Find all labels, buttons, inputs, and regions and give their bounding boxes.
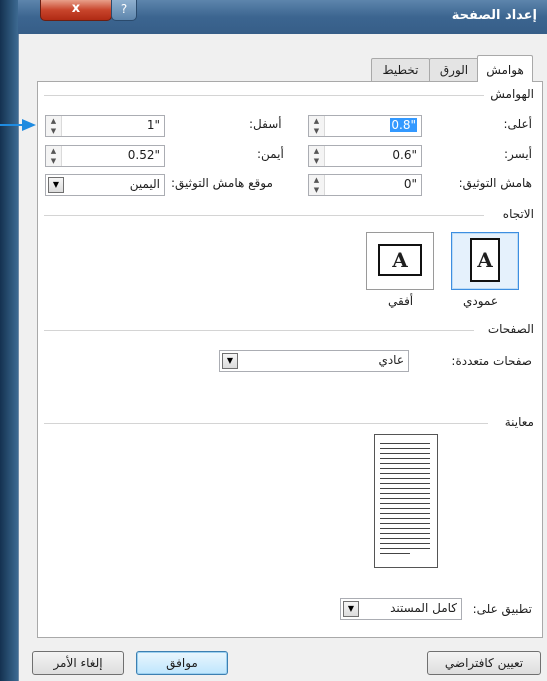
chevron-down-icon[interactable]: ▼ — [222, 353, 238, 369]
set-default-button[interactable]: تعيين كافتراضي — [427, 651, 541, 675]
right-margin-label: أيمن: — [257, 147, 284, 161]
apply-to-select[interactable]: ▼ كامل المستند — [340, 598, 462, 620]
tab-margins[interactable]: هوامش — [477, 55, 533, 82]
gutter-position-label: موقع هامش التوثيق: — [171, 176, 273, 190]
landscape-label: أفقي — [388, 294, 414, 308]
page-setup-dialog: هوامش الورق تخطيط الهوامش أعلى: ▲ ▼ 0.8" … — [18, 34, 547, 681]
page-preview — [374, 434, 438, 568]
right-margin-spinner[interactable]: ▲ ▼ 0.52" — [45, 145, 165, 167]
landscape-option[interactable]: A — [366, 232, 434, 290]
title-bar: x ? إعداد الصفحة — [18, 0, 547, 35]
pages-section-title: الصفحات — [483, 322, 534, 336]
apply-to-value: كامل المستند — [390, 601, 457, 615]
left-margin-value: 0.6" — [392, 148, 417, 162]
portrait-page-icon: A — [470, 238, 500, 282]
pointer-line — [0, 124, 24, 126]
divider — [44, 330, 474, 331]
margins-section-title: الهوامش — [486, 87, 534, 101]
preview-section-title: معاينة — [500, 415, 534, 429]
bottom-margin-label: أسفل: — [249, 117, 282, 131]
ok-button[interactable]: موافق — [136, 651, 228, 675]
help-button[interactable]: ? — [111, 0, 137, 21]
chevron-down-icon[interactable]: ▼ — [343, 601, 359, 617]
right-margin-value: 0.52" — [127, 148, 160, 162]
multiple-pages-select[interactable]: ▼ عادي — [219, 350, 409, 372]
top-margin-label: أعلى: — [503, 117, 532, 131]
divider — [44, 95, 484, 96]
apply-to-label: تطبيق على: — [472, 602, 532, 616]
gutter-label: هامش التوثيق: — [458, 176, 532, 190]
spinner-arrows[interactable]: ▲ ▼ — [46, 116, 62, 136]
tab-paper[interactable]: الورق — [429, 58, 479, 81]
landscape-page-icon: A — [378, 244, 422, 276]
left-margin-spinner[interactable]: ▲ ▼ 0.6" — [308, 145, 422, 167]
gutter-value: 0" — [403, 177, 417, 191]
top-margin-spinner[interactable]: ▲ ▼ 0.8" — [308, 115, 422, 137]
portrait-option[interactable]: A — [451, 232, 519, 290]
cancel-button[interactable]: إلغاء الأمر — [32, 651, 124, 675]
spinner-arrows[interactable]: ▲ ▼ — [46, 146, 62, 166]
tab-panel: الهوامش أعلى: ▲ ▼ 0.8" أسفل: ▲ ▼ 1" أيسر: … — [37, 81, 543, 638]
bottom-margin-spinner[interactable]: ▲ ▼ 1" — [45, 115, 165, 137]
multiple-pages-value: عادي — [378, 353, 404, 367]
orientation-section-title: الاتجاه — [498, 207, 534, 221]
portrait-label: عمودي — [463, 294, 499, 308]
spinner-arrows[interactable]: ▲ ▼ — [309, 175, 325, 195]
window-frame — [0, 0, 18, 681]
spinner-arrows[interactable]: ▲ ▼ — [309, 146, 325, 166]
chevron-down-icon[interactable]: ▼ — [48, 177, 64, 193]
bottom-margin-value: 1" — [146, 118, 160, 132]
window-title: إعداد الصفحة — [451, 8, 537, 23]
tab-layout[interactable]: تخطيط — [371, 58, 430, 81]
multiple-pages-label: صفحات متعددة: — [451, 354, 532, 368]
arrow-icon — [22, 119, 36, 131]
close-button[interactable]: x — [40, 0, 112, 21]
gutter-spinner[interactable]: ▲ ▼ 0" — [308, 174, 422, 196]
gutter-position-value: اليمين — [129, 177, 160, 191]
divider — [44, 423, 488, 424]
gutter-position-select[interactable]: ▼ اليمين — [45, 174, 165, 196]
top-margin-value: 0.8" — [390, 118, 417, 132]
divider — [44, 215, 484, 216]
left-margin-label: أيسر: — [503, 147, 532, 161]
spinner-arrows[interactable]: ▲ ▼ — [309, 116, 325, 136]
